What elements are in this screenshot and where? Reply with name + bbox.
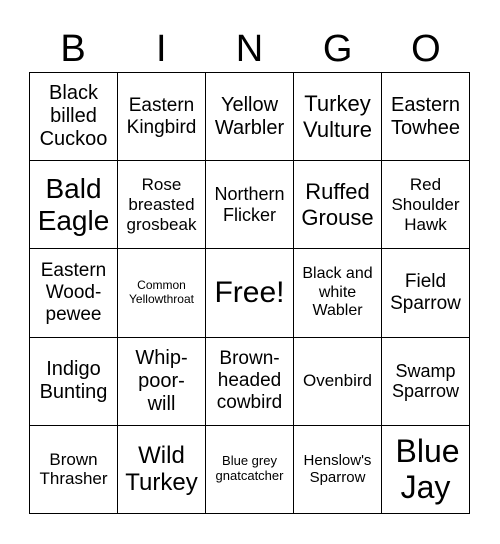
cell-label: Blue Jay xyxy=(395,432,460,506)
cell-label: Northern Flicker xyxy=(214,184,285,225)
bingo-cell[interactable]: Turkey Vulture xyxy=(294,73,382,162)
bingo-cell[interactable]: Blue grey gnatcatcher xyxy=(206,425,294,514)
bingo-cell[interactable]: Wild Turkey xyxy=(118,425,206,514)
cell-label: Indigo Bunting xyxy=(39,358,108,404)
bingo-cell[interactable]: Blue Jay xyxy=(382,425,470,514)
cell-label: Yellow Warbler xyxy=(214,93,285,139)
bingo-cell[interactable]: Indigo Bunting xyxy=(30,337,118,426)
bingo-cell[interactable]: Yellow Warbler xyxy=(206,73,294,162)
cell-label: Brown Thrasher xyxy=(39,449,108,489)
bingo-cell[interactable]: Eastern Wood-pewee xyxy=(30,249,118,338)
bingo-cell[interactable]: Rose breasted grosbeak xyxy=(118,161,206,250)
cell-label: Black billed Cuckoo xyxy=(39,82,108,151)
cell-label: Eastern Kingbird xyxy=(126,94,197,138)
bingo-cell[interactable]: Brown-headed cowbird xyxy=(206,337,294,426)
bingo-cell[interactable]: Northern Flicker xyxy=(206,161,294,250)
cell-label: Eastern Towhee xyxy=(391,93,460,139)
cell-label: Field Sparrow xyxy=(390,271,461,314)
cell-label: Swamp Sparrow xyxy=(391,360,460,402)
cell-label: Ruffed Grouse xyxy=(301,179,374,230)
cell-label: Black and white Wabler xyxy=(302,265,373,320)
bingo-cell[interactable]: Red Shoulder Hawk xyxy=(382,161,470,250)
bingo-cell[interactable]: Whip-poor-will xyxy=(118,337,206,426)
bingo-cell[interactable]: Ruffed Grouse xyxy=(294,161,382,250)
cell-label: Wild Turkey xyxy=(125,441,198,497)
bingo-cell[interactable]: Bald Eagle xyxy=(30,161,118,250)
cell-label: Red Shoulder Hawk xyxy=(391,175,460,234)
cell-label: Turkey Vulture xyxy=(303,91,372,142)
bingo-cell[interactable]: Black and white Wabler xyxy=(294,249,382,338)
cell-label: Eastern Wood-pewee xyxy=(40,260,107,325)
bingo-cell[interactable]: Eastern Towhee xyxy=(382,73,470,162)
bingo-cell[interactable]: Eastern Kingbird xyxy=(118,73,206,162)
bingo-cell[interactable]: Swamp Sparrow xyxy=(382,337,470,426)
cell-label: Bald Eagle xyxy=(37,172,110,236)
bingo-cell[interactable]: Common Yellowthroat xyxy=(118,249,206,338)
bingo-cell[interactable]: Ovenbird xyxy=(294,337,382,426)
header-letter-o: O xyxy=(411,28,441,70)
cell-label: Blue grey gnatcatcher xyxy=(215,453,284,484)
cell-label: Brown-headed cowbird xyxy=(216,348,283,414)
bingo-cell[interactable]: Black billed Cuckoo xyxy=(30,73,118,162)
bingo-cell[interactable]: Brown Thrasher xyxy=(30,425,118,514)
free-space-cell[interactable]: Free! xyxy=(206,249,294,338)
header-letter-i: I xyxy=(156,28,167,70)
cell-label: Free! xyxy=(214,275,285,309)
cell-label: Rose breasted grosbeak xyxy=(126,175,197,234)
cell-label: Common Yellowthroat xyxy=(129,278,194,306)
header-letter-g: G xyxy=(322,28,353,70)
cell-label: Ovenbird xyxy=(303,371,372,391)
header-letter-b: B xyxy=(60,28,86,70)
header-letter-n: N xyxy=(235,28,264,70)
bingo-grid: Black billed Cuckoo Eastern Kingbird Yello… xyxy=(29,72,470,514)
cell-label: Whip-poor-will xyxy=(135,346,188,415)
cell-label: Henslow's Sparrow xyxy=(303,452,372,487)
bingo-cell[interactable]: Field Sparrow xyxy=(382,249,470,338)
bingo-header: B I N G O xyxy=(29,26,470,72)
bingo-cell[interactable]: Henslow's Sparrow xyxy=(294,425,382,514)
